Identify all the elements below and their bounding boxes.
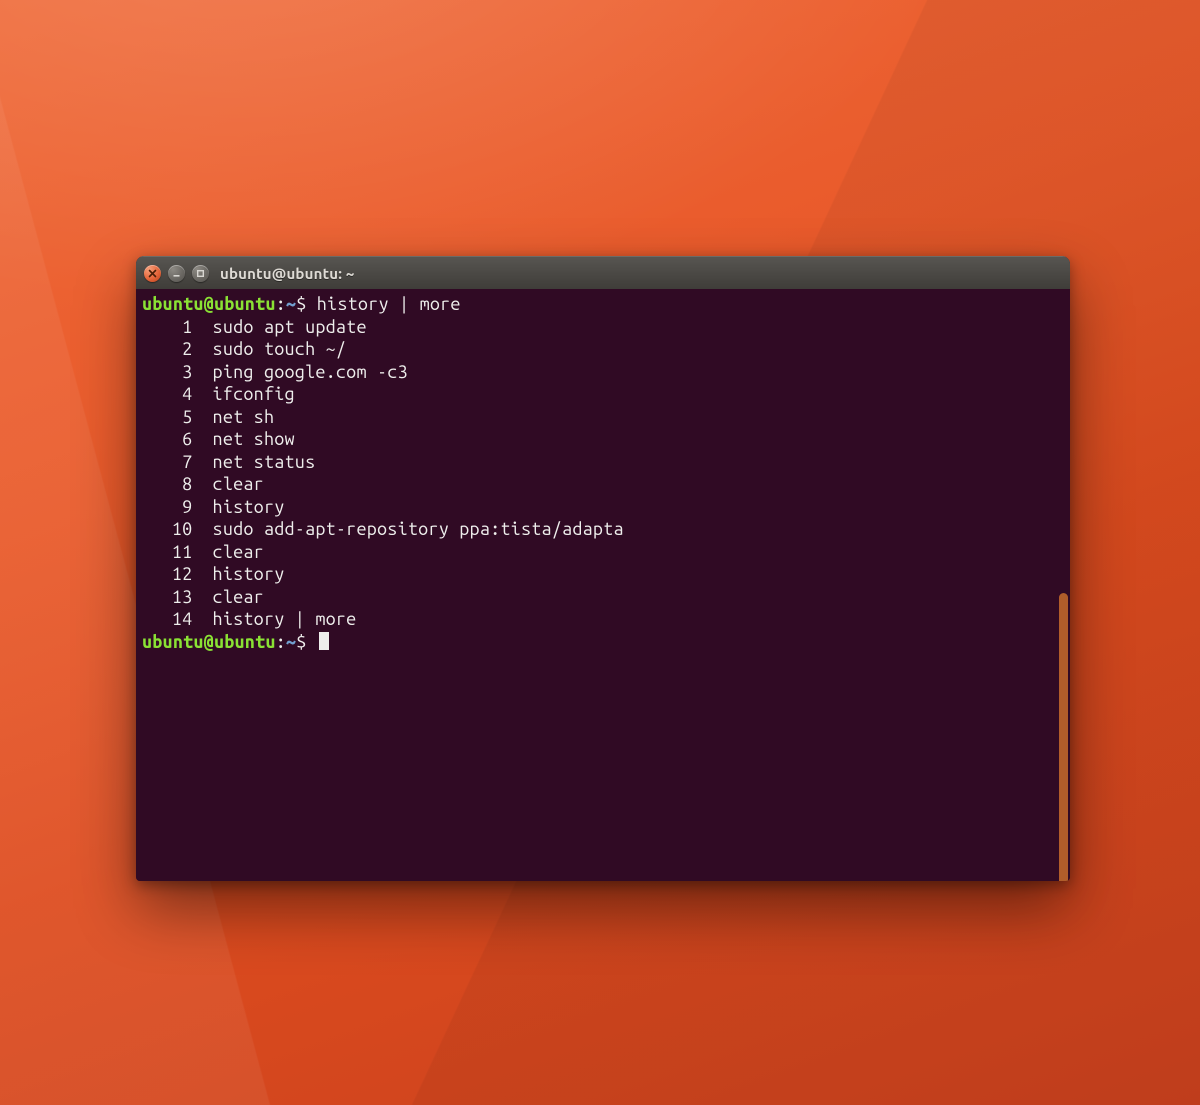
window-title: ubuntu@ubuntu: ~ [220, 265, 355, 282]
minimize-icon[interactable] [168, 265, 185, 282]
scrollbar-thumb[interactable] [1059, 593, 1068, 881]
close-icon[interactable] [144, 265, 161, 282]
terminal-cursor [319, 632, 329, 650]
maximize-icon[interactable] [192, 265, 209, 282]
terminal-viewport[interactable]: ubuntu@ubuntu:~$ history | more1 sudo ap… [136, 289, 1070, 881]
terminal-window: ubuntu@ubuntu: ~ ubuntu@ubuntu:~$ histor… [136, 256, 1070, 881]
terminal-output: ubuntu@ubuntu:~$ history | more1 sudo ap… [142, 293, 1064, 653]
titlebar[interactable]: ubuntu@ubuntu: ~ [136, 256, 1070, 290]
